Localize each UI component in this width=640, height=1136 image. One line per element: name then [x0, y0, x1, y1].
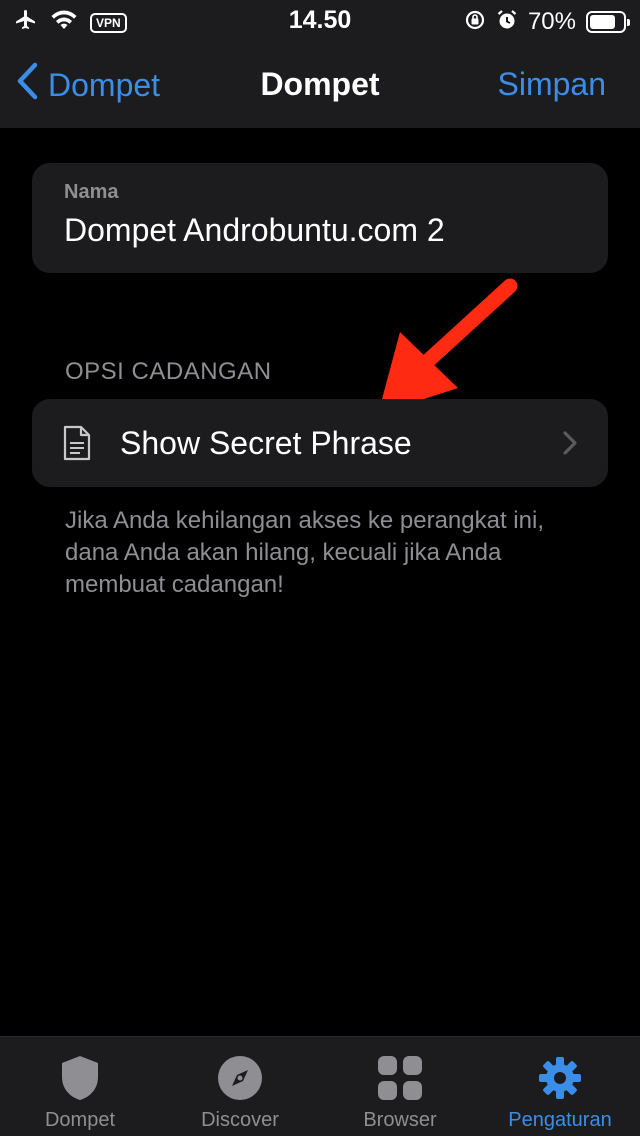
- orientation-lock-icon: [464, 9, 486, 36]
- tab-dompet[interactable]: Dompet: [0, 1037, 160, 1136]
- tab-browser[interactable]: Browser: [320, 1037, 480, 1136]
- chevron-right-icon: [562, 430, 578, 456]
- status-right: 70%: [464, 8, 630, 36]
- navigation-bar: Dompet Dompet Simpan: [0, 40, 640, 128]
- battery-icon: [586, 11, 630, 33]
- backup-options-header: OPSI CADANGAN: [65, 358, 272, 385]
- gear-icon: [535, 1053, 585, 1103]
- tab-label: Dompet: [44, 1109, 116, 1131]
- grid-icon: [375, 1053, 425, 1103]
- tab-bar: Dompet Discover Browser Pengaturan: [0, 1036, 640, 1136]
- alarm-icon: [496, 9, 518, 36]
- tab-label: Browser: [363, 1109, 437, 1131]
- battery-percentage: 70%: [527, 8, 576, 35]
- compass-icon: [215, 1053, 265, 1103]
- tab-discover[interactable]: Discover: [160, 1037, 320, 1136]
- status-bar: VPN 14.50 70%: [0, 0, 640, 40]
- tab-label: Pengaturan: [508, 1109, 612, 1131]
- wallet-name-field[interactable]: Nama Dompet Androbuntu.com 2: [32, 163, 608, 273]
- shield-icon: [55, 1053, 105, 1103]
- tab-pengaturan[interactable]: Pengaturan: [480, 1037, 640, 1136]
- wallet-settings-screen: VPN 14.50 70% Dompet Dompet Simpan Nama …: [0, 0, 640, 1136]
- wallet-name-label: Nama: [64, 181, 119, 203]
- show-secret-phrase-label: Show Secret Phrase: [120, 424, 412, 461]
- show-secret-phrase-row[interactable]: Show Secret Phrase: [32, 399, 608, 487]
- tab-label: Discover: [201, 1109, 279, 1131]
- save-button[interactable]: Simpan: [498, 66, 607, 103]
- document-icon: [62, 425, 92, 461]
- wallet-name-input[interactable]: Dompet Androbuntu.com 2: [64, 212, 576, 249]
- backup-warning-text: Jika Anda kehilangan akses ke perangkat …: [65, 507, 544, 598]
- red-arrow-annotation: [378, 278, 518, 414]
